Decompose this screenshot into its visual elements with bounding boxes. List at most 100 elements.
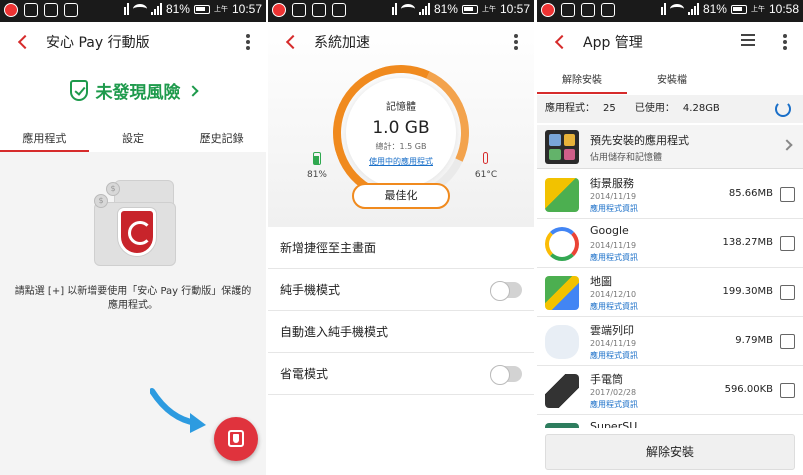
list-item[interactable]: 手電筒 2017/02/28 應用程式資訊 596.00KB — [537, 366, 803, 415]
more-options-icon[interactable] — [514, 34, 518, 50]
phone-only-mode-row[interactable]: 純手機模式 — [268, 269, 534, 311]
row-label: 純手機模式 — [280, 283, 341, 297]
list-item[interactable]: 地圖 2014/12/10 應用程式資訊 199.30MB — [537, 268, 803, 317]
memory-value: 1.0 GB — [372, 118, 430, 138]
coin-icon: $ — [94, 194, 108, 208]
usb-icon — [24, 3, 38, 17]
add-protection-icon — [228, 430, 244, 447]
maps-icon — [545, 276, 579, 310]
vibrate-icon — [391, 3, 397, 15]
ampm: 上午 — [481, 5, 496, 13]
select-checkbox[interactable] — [780, 187, 795, 202]
memory-total: 總計：1.5 GB — [375, 142, 427, 151]
clock: 10:57 — [499, 2, 530, 16]
battery-percent: 81% — [702, 2, 727, 16]
app-size: 199.30MB — [722, 286, 773, 297]
power-saving-row[interactable]: 省電模式 — [268, 353, 534, 395]
back-icon[interactable] — [554, 34, 570, 50]
vibrate-icon — [660, 3, 666, 15]
uninstall-button[interactable]: 解除安裝 — [545, 434, 795, 470]
app-date: 2014/11/19 — [590, 339, 637, 348]
coin-icon: $ — [106, 182, 120, 196]
back-icon[interactable] — [285, 34, 301, 50]
add-shortcut-row[interactable]: 新增捷徑至主畫面 — [268, 227, 534, 269]
code-icon — [312, 3, 326, 17]
select-checkbox[interactable] — [780, 236, 795, 251]
used-storage-label: 已使用： 4.28GB — [634, 103, 720, 114]
chevron-right-icon — [186, 84, 199, 97]
tab-apk-files[interactable]: 安裝檔 — [627, 62, 717, 94]
sort-icon[interactable] — [741, 34, 755, 46]
list-item[interactable]: Google 2014/11/19 應用程式資訊 138.27MB — [537, 219, 803, 268]
app-info-link[interactable]: 應用程式資訊 — [590, 350, 638, 361]
status-bar: 81% 上午 10:57 — [268, 0, 534, 22]
preinstalled-apps-row[interactable]: 預先安裝的應用程式 佔用儲存和記憶體 — [537, 125, 803, 169]
signal-icon — [150, 3, 162, 15]
select-checkbox[interactable] — [780, 383, 795, 398]
app-date: 2014/11/19 — [590, 241, 637, 250]
image-icon — [64, 3, 78, 17]
app-info-link[interactable]: 應用程式資訊 — [590, 252, 638, 263]
app-size: 85.66MB — [728, 188, 773, 199]
usb-icon — [561, 3, 575, 17]
tab-apps[interactable]: 應用程式 — [0, 122, 89, 152]
battery-icon — [313, 152, 321, 165]
status-bar: 81% 上午 10:57 — [0, 0, 266, 22]
vibrate-icon — [123, 3, 129, 15]
tab-bar: 解除安裝 安裝檔 — [537, 62, 803, 94]
add-app-button[interactable] — [214, 417, 258, 461]
list-item[interactable]: 雲端列印 2014/11/19 應用程式資訊 9.79MB — [537, 317, 803, 366]
trend-micro-shield-icon — [118, 208, 156, 256]
clock: 10:57 — [231, 2, 262, 16]
list-item[interactable]: 街景服務 2014/11/19 應用程式資訊 85.66MB — [537, 170, 803, 219]
more-options-icon[interactable] — [246, 34, 250, 50]
app-size: 9.79MB — [735, 335, 773, 346]
row-label: 新增捷徑至主畫面 — [280, 241, 377, 255]
system-boost-panel: 81% 上午 10:57 系統加速 記憶體 1.0 GB 總計：1.5 GB 使… — [268, 0, 534, 475]
wifi-icon — [400, 4, 415, 14]
app-bar: 系統加速 — [268, 22, 534, 62]
optimize-button[interactable]: 最佳化 — [352, 183, 450, 209]
select-checkbox[interactable] — [780, 334, 795, 349]
apps-count-label: 應用程式： 25 — [545, 103, 616, 114]
preinstalled-title: 預先安裝的應用程式 — [590, 134, 689, 147]
battery-percent: 81% — [433, 2, 458, 16]
tab-bar: 應用程式 設定 歷史記錄 — [0, 122, 266, 152]
app-bar: 安心 Pay 行動版 — [0, 22, 266, 62]
page-title: 安心 Pay 行動版 — [46, 35, 150, 51]
empty-state-text: 請點選 [+] 以新增要使用「安心 Pay 行動版」保護的應用程式。 — [14, 286, 252, 311]
app-name: 手電筒 — [590, 373, 623, 386]
page-title: App 管理 — [583, 35, 643, 51]
battery-percent: 81% — [165, 2, 190, 16]
risk-status[interactable]: 未發現風險 — [0, 78, 266, 103]
phone-only-mode-toggle[interactable] — [490, 281, 522, 301]
tab-history[interactable]: 歷史記錄 — [177, 122, 266, 152]
tab-settings[interactable]: 設定 — [89, 122, 178, 152]
running-apps-link[interactable]: 使用中的應用程式 — [268, 156, 534, 167]
tab-uninstall[interactable]: 解除安裝 — [537, 62, 627, 94]
app-info-link[interactable]: 應用程式資訊 — [590, 301, 638, 312]
preinstalled-subtitle: 佔用儲存和記憶體 — [590, 153, 663, 163]
google-icon — [545, 227, 579, 261]
power-saving-toggle[interactable] — [490, 365, 522, 385]
image-icon — [332, 3, 346, 17]
row-label: 自動進入純手機模式 — [280, 325, 389, 339]
app-name: 雲端列印 — [590, 324, 634, 337]
wifi-icon — [132, 4, 147, 14]
app-info-link[interactable]: 應用程式資訊 — [590, 399, 638, 410]
memory-label: 記憶體 — [386, 102, 416, 113]
storage-summary: 應用程式： 25 已使用： 4.28GB — [537, 95, 803, 123]
chevron-right-icon — [781, 139, 793, 151]
select-checkbox[interactable] — [780, 285, 795, 300]
auto-phone-only-row[interactable]: 自動進入純手機模式 — [268, 311, 534, 353]
more-options-icon[interactable] — [783, 34, 787, 50]
app-manager-panel: 81% 上午 10:58 App 管理 解除安裝 安裝檔 應用程式： 25 已使用… — [537, 0, 803, 475]
app-info-link[interactable]: 應用程式資訊 — [590, 203, 638, 214]
signal-icon — [418, 3, 430, 15]
app-name: 地圖 — [590, 275, 612, 288]
loading-spinner-icon — [775, 101, 791, 117]
street-view-icon — [545, 178, 579, 212]
app-bar: App 管理 — [537, 22, 803, 62]
back-icon[interactable] — [17, 34, 33, 50]
app-date: 2014/11/19 — [590, 192, 637, 201]
